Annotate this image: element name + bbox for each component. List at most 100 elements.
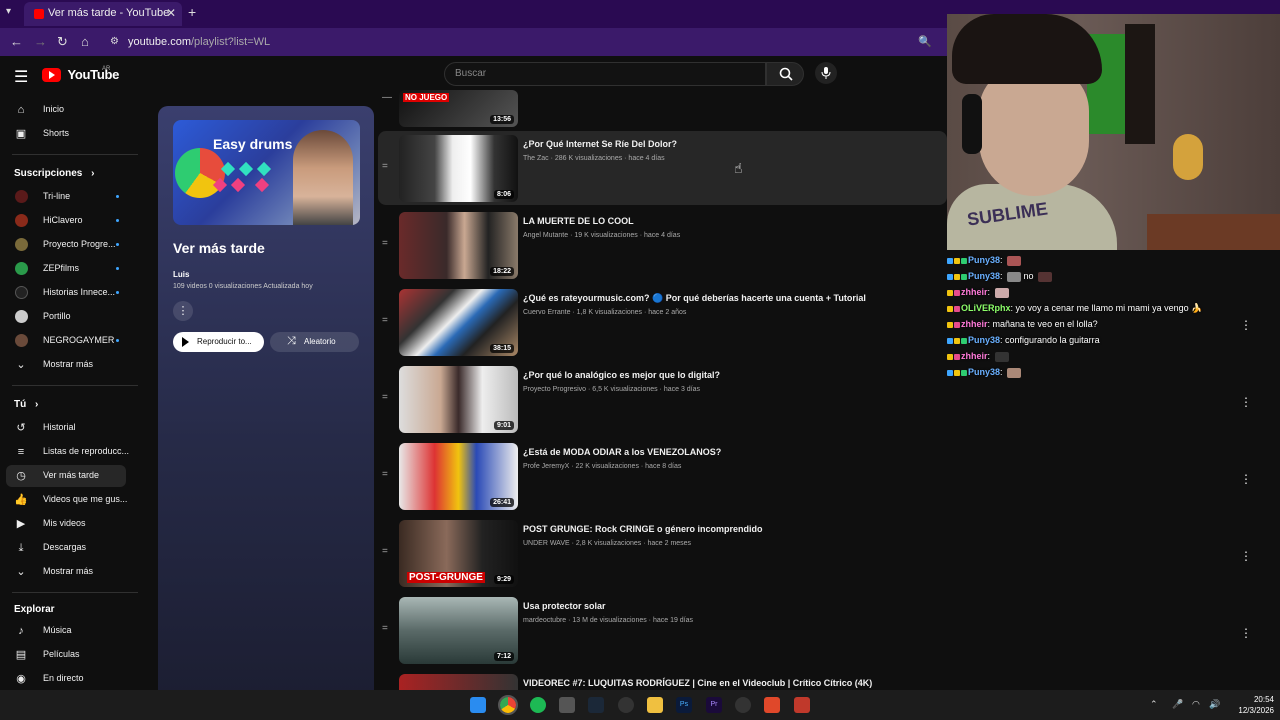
- subscriptions-heading[interactable]: Suscripciones ›: [14, 168, 94, 179]
- reload-icon[interactable]: ↻: [57, 34, 68, 50]
- sidebar-sub-item[interactable]: ZEPfilms: [6, 258, 126, 280]
- more-vert-icon[interactable]: ⋮: [1240, 549, 1252, 563]
- sidebar-item-history[interactable]: ↺ Historial: [6, 417, 126, 439]
- site-info-icon[interactable]: ⚙: [110, 36, 119, 47]
- photoshop-icon[interactable]: Ps: [676, 697, 692, 713]
- sidebar-item-movies[interactable]: ▤ Películas: [6, 644, 126, 666]
- sidebar-sub-item[interactable]: Tri-line: [6, 186, 126, 208]
- playlist-video-row[interactable]: = 18:22 LA MUERTE DE LO COOL Angel Mutan…: [378, 208, 947, 282]
- video-thumbnail[interactable]: 18:22: [399, 212, 518, 279]
- sidebar-sub-item[interactable]: Historias Innece...: [6, 282, 126, 304]
- app-icon[interactable]: [735, 697, 751, 713]
- browser-tab[interactable]: Ver más tarde - YouTube ✕: [24, 2, 182, 26]
- sidebar-item-watch-later[interactable]: ◷ Ver más tarde: [6, 465, 126, 487]
- shuffle-button[interactable]: ⤨ Aleatorio: [270, 332, 359, 352]
- youtube-logo[interactable]: YouTube AR: [42, 66, 119, 84]
- sidebar-item-downloads[interactable]: ⤓ Descargas: [6, 537, 126, 559]
- drag-handle-icon[interactable]: =: [382, 393, 388, 403]
- steam-icon[interactable]: [588, 697, 604, 713]
- drag-handle-icon[interactable]: =: [382, 239, 388, 249]
- volume-icon[interactable]: 🔊: [1209, 699, 1220, 710]
- tab-close-icon[interactable]: ✕: [166, 6, 176, 20]
- drag-handle-icon[interactable]: =: [382, 624, 388, 634]
- drag-handle-icon[interactable]: =: [382, 547, 388, 557]
- sidebar-item-my-videos[interactable]: ▶ Mis videos: [6, 513, 126, 535]
- video-thumbnail[interactable]: [399, 674, 518, 690]
- sidebar-item-liked[interactable]: 👍 Videos que me gus...: [6, 489, 127, 511]
- sidebar-item-music[interactable]: ♪ Música: [6, 620, 126, 642]
- video-thumbnail[interactable]: 7:12: [399, 597, 518, 664]
- chevron-up-icon[interactable]: ⌃: [1150, 699, 1158, 710]
- clock[interactable]: 20:54 12/3/2026: [1226, 694, 1274, 716]
- more-vert-icon[interactable]: ⋮: [1240, 626, 1252, 640]
- video-thumbnail[interactable]: 38:15: [399, 289, 518, 356]
- playlist-video-row[interactable]: = POST-GRUNGE 9:29 POST GRUNGE: Rock CRI…: [378, 516, 947, 590]
- tab-menu-icon[interactable]: ▾: [6, 6, 11, 17]
- home-icon[interactable]: ⌂: [81, 34, 89, 49]
- video-thumbnail[interactable]: NO JUEGO 13:56: [399, 90, 518, 127]
- menu-icon[interactable]: ☰: [14, 67, 28, 87]
- more-vert-icon[interactable]: ⋮: [1240, 395, 1252, 409]
- video-title[interactable]: VIDEOREC #7: LUQUITAS RODRÍGUEZ | Cine e…: [523, 678, 872, 688]
- playlist-video-row[interactable]: = 38:15 ¿Qué es rateyourmusic.com? 🔵 Por…: [378, 285, 947, 359]
- show-more-button[interactable]: ⌄ Mostrar más: [6, 561, 126, 583]
- playlist-video-row[interactable]: NO JUEGO 13:56 —: [378, 56, 947, 130]
- playlist-video-row[interactable]: VIDEOREC #7: LUQUITAS RODRÍGUEZ | Cine e…: [378, 670, 947, 690]
- drag-handle-icon[interactable]: =: [382, 162, 388, 172]
- show-more-button[interactable]: ⌄ Mostrar más: [6, 354, 126, 376]
- back-icon[interactable]: ←: [10, 34, 23, 49]
- video-title[interactable]: LA MUERTE DE LO COOL: [523, 216, 634, 226]
- wifi-icon[interactable]: ◠: [1192, 699, 1200, 710]
- sidebar-item-label: Shorts: [43, 128, 70, 138]
- chrome-icon[interactable]: [498, 695, 518, 715]
- drag-handle-icon[interactable]: —: [382, 93, 392, 103]
- folder-icon[interactable]: [647, 697, 663, 713]
- crown-icon: [947, 353, 953, 360]
- playlist-owner[interactable]: Luis: [173, 270, 189, 279]
- more-options-button[interactable]: ⋮: [173, 301, 193, 321]
- new-tab-button[interactable]: +: [188, 4, 196, 20]
- more-vert-icon[interactable]: ⋮: [1240, 472, 1252, 486]
- app-icon[interactable]: [794, 697, 810, 713]
- sidebar-sub-item[interactable]: Proyecto Progre...: [6, 234, 126, 256]
- chat-message: Puny38:: [947, 367, 1022, 378]
- sidebar-sub-item[interactable]: Portillo: [6, 306, 126, 328]
- spotify-icon[interactable]: [530, 697, 546, 713]
- drag-handle-icon[interactable]: =: [382, 316, 388, 326]
- playlist-video-row[interactable]: = 8:06 ¿Por Qué Internet Se Ríe Del Dolo…: [378, 131, 947, 205]
- new-content-dot: [116, 267, 119, 270]
- sidebar-sub-item[interactable]: HiClavero: [6, 210, 126, 232]
- zoom-icon[interactable]: 🔍: [918, 35, 932, 48]
- sidebar-item-shorts[interactable]: ▣ Shorts: [6, 123, 126, 145]
- obs-icon[interactable]: [618, 697, 634, 713]
- video-title[interactable]: ¿Qué es rateyourmusic.com? 🔵 Por qué deb…: [523, 293, 866, 304]
- brave-icon[interactable]: [764, 697, 780, 713]
- more-vert-icon[interactable]: ⋮: [1240, 318, 1252, 332]
- video-thumbnail[interactable]: 26:41: [399, 443, 518, 510]
- sidebar-item-live[interactable]: ◉ En directo: [6, 668, 126, 690]
- playlist-video-row[interactable]: = 26:41 ¿Está de MODA ODIAR a los VENEZO…: [378, 439, 947, 513]
- windows-start-icon[interactable]: [470, 697, 486, 713]
- url-field[interactable]: youtube.com/playlist?list=WL: [128, 36, 270, 48]
- video-title[interactable]: ¿Por qué lo analógico es mejor que lo di…: [523, 370, 720, 380]
- forward-icon[interactable]: →: [34, 34, 47, 49]
- video-thumbnail[interactable]: 8:06: [399, 135, 518, 202]
- video-title[interactable]: ¿Por Qué Internet Se Ríe Del Dolor?: [523, 139, 677, 149]
- video-title[interactable]: Usa protector solar: [523, 601, 606, 611]
- playlist-video-row[interactable]: = 9:01 ¿Por qué lo analógico es mejor qu…: [378, 362, 947, 436]
- mic-icon[interactable]: 🎤: [1172, 699, 1183, 710]
- sidebar-item-playlists[interactable]: ≡ Listas de reproducc...: [6, 441, 129, 463]
- playlist-video-row[interactable]: = 7:12 Usa protector solar mardeoctubre …: [378, 593, 947, 667]
- you-heading[interactable]: Tú ›: [14, 399, 38, 410]
- app-icon[interactable]: [559, 697, 575, 713]
- video-thumbnail[interactable]: POST-GRUNGE 9:29: [399, 520, 518, 587]
- drag-handle-icon[interactable]: =: [382, 470, 388, 480]
- video-title[interactable]: POST GRUNGE: Rock CRINGE o género incomp…: [523, 524, 763, 534]
- video-thumbnail[interactable]: 9:01: [399, 366, 518, 433]
- premiere-icon[interactable]: Pr: [706, 697, 722, 713]
- sidebar-item-home[interactable]: ⌂ Inicio: [6, 99, 126, 121]
- playlist-thumbnail[interactable]: Easy drums: [173, 120, 360, 225]
- play-all-button[interactable]: Reproducir to...: [173, 332, 264, 352]
- sidebar-sub-item[interactable]: NEGROGAYMER: [6, 330, 126, 352]
- video-title[interactable]: ¿Está de MODA ODIAR a los VENEZOLANOS?: [523, 447, 721, 457]
